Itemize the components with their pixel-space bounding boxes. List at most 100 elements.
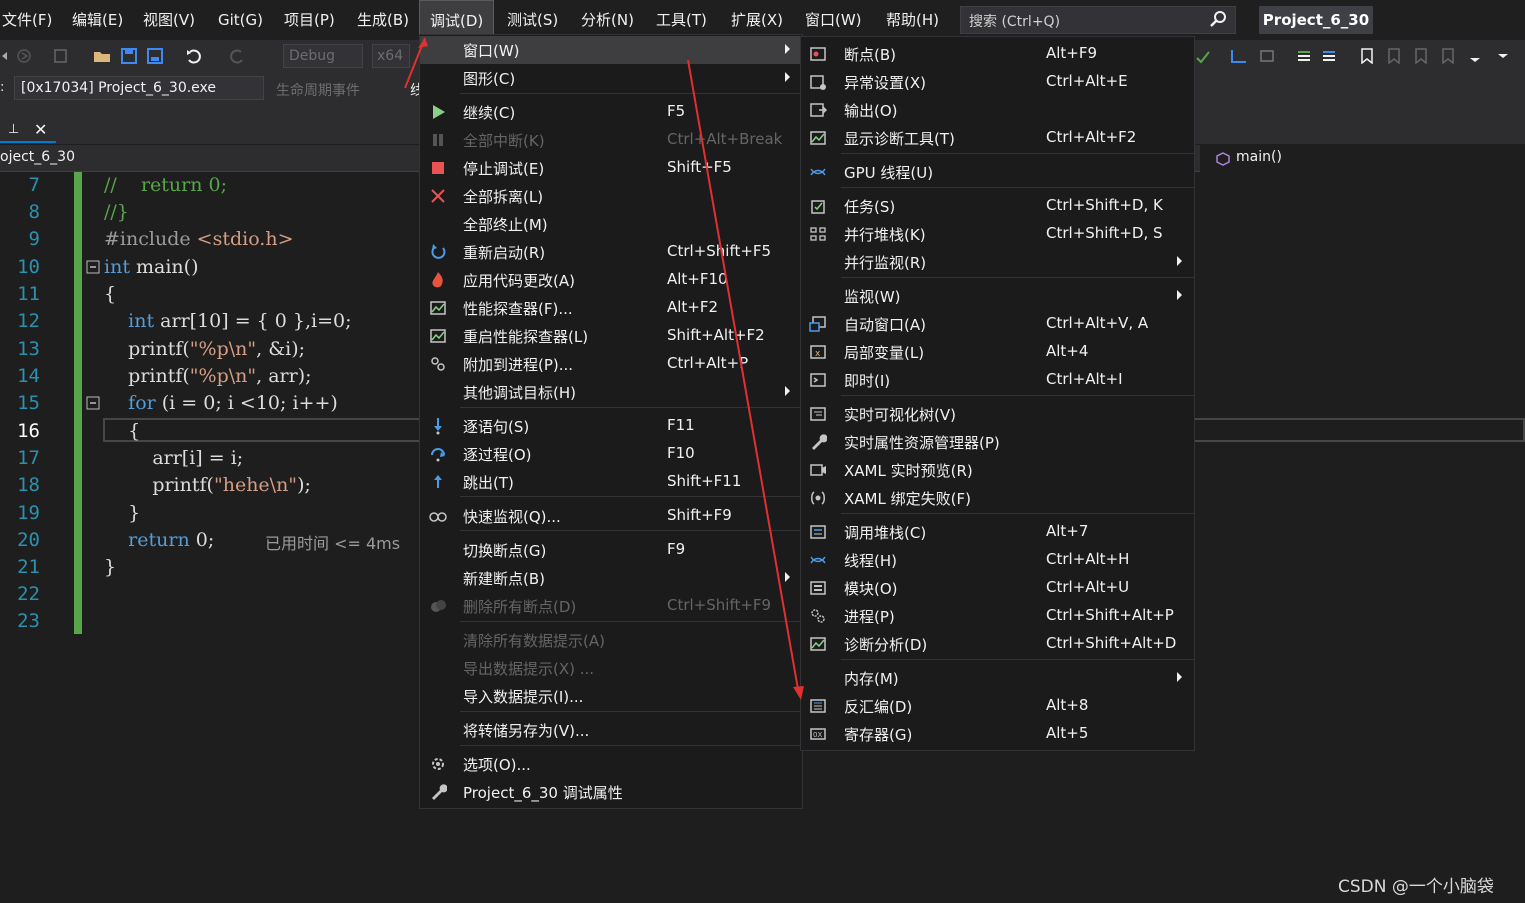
pin-icon[interactable]: ⊥: [8, 122, 19, 137]
window-menu-item[interactable]: 任务(S) Ctrl+Shift+D, K: [801, 192, 1194, 220]
menu-window[interactable]: 窗口(W): [803, 0, 864, 40]
menu-help[interactable]: 帮助(H): [884, 0, 941, 40]
window-menu-item[interactable]: 并行堆栈(K) Ctrl+Shift+D, S: [801, 220, 1194, 248]
window-menu-item[interactable]: 线程(H) Ctrl+Alt+H: [801, 546, 1194, 574]
window-menu-item[interactable]: 自动窗口(A) Ctrl+Alt+V, A: [801, 310, 1194, 338]
debug-menu-item[interactable]: 导入数据提示(I)...: [420, 682, 802, 710]
nav-forward-icon[interactable]: [16, 48, 34, 64]
svg-text:x: x: [815, 349, 821, 359]
debug-menu-item[interactable]: 将转储另存为(V)...: [420, 716, 802, 744]
debug-menu-item[interactable]: 附加到进程(P)... Ctrl+Alt+P: [420, 350, 802, 378]
debug-menu-item[interactable]: 全部终止(M): [420, 210, 802, 238]
uncomment-lines-icon[interactable]: [1320, 48, 1338, 64]
window-menu-item[interactable]: 实时属性资源管理器(P): [801, 428, 1194, 456]
diagnostic-analysis-icon: [810, 637, 826, 651]
bookmark-icon[interactable]: [1358, 48, 1376, 64]
debug-menu-item[interactable]: 跳出(T) Shift+F11: [420, 468, 802, 496]
debug-menu-item[interactable]: 继续(C) F5: [420, 98, 802, 126]
search-input[interactable]: 搜索 (Ctrl+Q): [960, 6, 1236, 34]
window-menu-item[interactable]: XAML 实时预览(R): [801, 456, 1194, 484]
debug-menu-item-shortcut: Shift+Alt+F2: [667, 326, 765, 344]
debug-menu-item[interactable]: 切换断点(G) F9: [420, 536, 802, 564]
window-menu-item-label: 诊断分析(D): [844, 636, 928, 654]
clear-bookmarks-icon[interactable]: [1439, 48, 1457, 64]
window-menu-item[interactable]: 诊断分析(D) Ctrl+Shift+Alt+D: [801, 630, 1194, 658]
spell-check-icon[interactable]: [1194, 48, 1212, 64]
debug-menu-item[interactable]: 性能探查器(F)... Alt+F2: [420, 294, 802, 322]
debug-menu-item[interactable]: 快速监视(Q)... Shift+F9: [420, 502, 802, 530]
window-menu-item[interactable]: 0X 寄存器(G) Alt+5: [801, 720, 1194, 748]
debug-menu-item[interactable]: 全部拆离(L): [420, 182, 802, 210]
project-scope-dropdown[interactable]: oject_6_30: [0, 149, 75, 165]
line-number: 18: [17, 474, 40, 496]
window-menu-item[interactable]: 模块(O) Ctrl+Alt+U: [801, 574, 1194, 602]
window-menu-item[interactable]: 输出(O): [801, 96, 1194, 124]
debug-menu-item[interactable]: 图形(C): [420, 64, 802, 92]
debug-menu-dropdown: 窗口(W) 图形(C) 继续(C) F5 全部中断(K) Ctrl+Alt+Break 停止…: [419, 34, 803, 809]
window-menu-item[interactable]: 反汇编(D) Alt+8: [801, 692, 1194, 720]
menu-project[interactable]: 项目(P): [282, 0, 337, 40]
debug-menu-item[interactable]: Project_6_30 调试属性: [420, 778, 802, 806]
window-menu-item[interactable]: 调用堆栈(C) Alt+7: [801, 518, 1194, 546]
window-menu-item[interactable]: x 局部变量(L) Alt+4: [801, 338, 1194, 366]
xaml-binding-icon: [811, 491, 825, 505]
menu-build[interactable]: 生成(B): [355, 0, 411, 40]
collapse-icon[interactable]: [86, 260, 100, 274]
window-menu-item[interactable]: 断点(B) Alt+F9: [801, 40, 1194, 68]
configuration-dropdown[interactable]: Debug: [283, 44, 363, 68]
code-line: arr[i] = i;: [104, 447, 244, 469]
toolbar-overflow-icon[interactable]: [1466, 48, 1484, 64]
redo-icon[interactable]: [228, 48, 246, 64]
menu-view[interactable]: 视图(V): [141, 0, 197, 40]
save-icon[interactable]: [120, 48, 138, 64]
debug-menu-item[interactable]: 重新启动(R) Ctrl+Shift+F5: [420, 238, 802, 266]
window-menu-item[interactable]: 进程(P) Ctrl+Shift+Alt+P: [801, 602, 1194, 630]
debug-menu-item[interactable]: 应用代码更改(A) Alt+F10: [420, 266, 802, 294]
debug-menu-item[interactable]: 窗口(W): [420, 36, 802, 64]
debug-menu-item[interactable]: 选项(O)...: [420, 750, 802, 778]
line-number-current: 16: [17, 420, 40, 442]
debug-menu-item[interactable]: 其他调试目标(H): [420, 378, 802, 406]
open-folder-icon[interactable]: [93, 48, 111, 64]
window-menu-item[interactable]: 实时可视化树(V): [801, 400, 1194, 428]
menu-separator: [841, 277, 1194, 278]
debug-menu-item[interactable]: 逐过程(O) F10: [420, 440, 802, 468]
window-menu-item[interactable]: 即时(I) Ctrl+Alt+I: [801, 366, 1194, 394]
close-icon[interactable]: ✕: [34, 120, 47, 139]
breakpoint-toolbar-icon[interactable]: [1230, 48, 1248, 64]
menu-separator: [460, 407, 802, 408]
prev-bookmark-icon[interactable]: [1385, 48, 1403, 64]
save-all-icon[interactable]: [146, 48, 164, 64]
window-menu-item[interactable]: 监视(W): [801, 282, 1194, 310]
debug-menu-item[interactable]: 新建断点(B): [420, 564, 802, 592]
collapse-icon[interactable]: [86, 396, 100, 410]
new-item-icon[interactable]: [52, 48, 70, 64]
menu-file[interactable]: 文件(F): [0, 0, 54, 40]
debug-menu-item[interactable]: 重启性能探查器(L) Shift+Alt+F2: [420, 322, 802, 350]
undo-icon[interactable]: [185, 48, 203, 64]
code-line: //}: [104, 201, 129, 223]
window-menu-item-label: GPU 线程(U): [844, 164, 934, 182]
window-menu-item[interactable]: XAML 绑定失败(F): [801, 484, 1194, 512]
window-menu-item[interactable]: 显示诊断工具(T) Ctrl+Alt+F2: [801, 124, 1194, 152]
grid-toolbar-icon[interactable]: [1258, 48, 1276, 64]
debug-menu-item[interactable]: 逐语句(S) F11: [420, 412, 802, 440]
menu-edit[interactable]: 编辑(E): [70, 0, 125, 40]
search-icon[interactable]: [1209, 10, 1227, 28]
lifecycle-events[interactable]: 生命周期事件: [276, 80, 360, 100]
menu-git[interactable]: Git(G): [216, 0, 265, 40]
toolbar-options-icon[interactable]: [1494, 48, 1512, 64]
function-scope-dropdown[interactable]: main(): [1236, 149, 1282, 165]
window-menu-item[interactable]: 并行监视(R): [801, 248, 1194, 276]
window-menu-item[interactable]: 异常设置(X) Ctrl+Alt+E: [801, 68, 1194, 96]
window-menu-item[interactable]: GPU 线程(U): [801, 158, 1194, 186]
next-bookmark-icon[interactable]: [1412, 48, 1430, 64]
debug-menu-item[interactable]: 停止调试(E) Shift+F5: [420, 154, 802, 182]
debug-menu-item-label: 删除所有断点(D): [463, 598, 577, 616]
detach-icon: [431, 189, 445, 203]
process-dropdown[interactable]: [0x17034] Project_6_30.exe: [14, 76, 264, 100]
debug-menu-item-label: 导出数据提示(X) ...: [463, 660, 595, 678]
platform-dropdown[interactable]: x64: [372, 44, 410, 68]
window-menu-item[interactable]: 内存(M): [801, 664, 1194, 692]
comment-lines-icon[interactable]: [1295, 48, 1313, 64]
